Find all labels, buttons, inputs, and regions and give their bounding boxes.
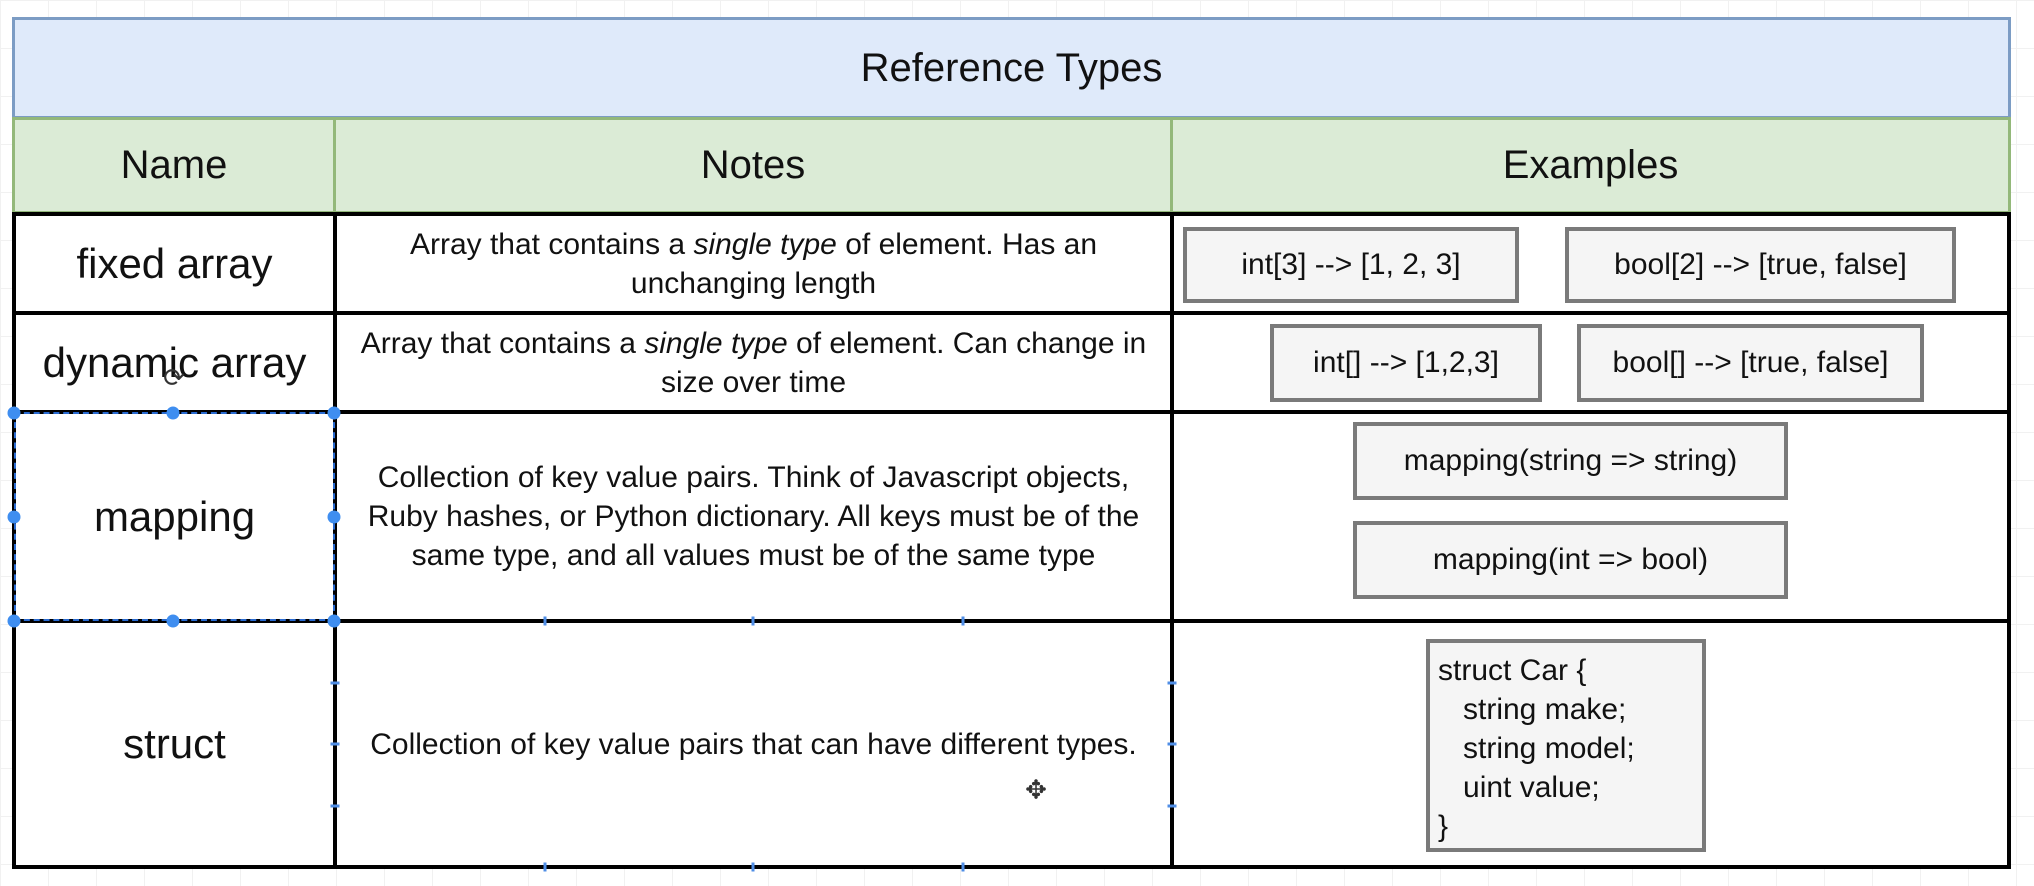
connection-point[interactable] bbox=[961, 616, 965, 626]
resize-handle[interactable] bbox=[327, 510, 341, 524]
notes-text: Array that contains a single type of ele… bbox=[360, 326, 1147, 399]
example-text: int[] --> [1,2,3] bbox=[1313, 346, 1499, 379]
resize-handle[interactable] bbox=[7, 510, 21, 524]
resize-handle[interactable] bbox=[7, 406, 21, 420]
example-text: mapping(int => bool) bbox=[1432, 543, 1709, 576]
example-box[interactable]: bool[] --> [true, false] bbox=[1577, 324, 1924, 402]
example-text: bool[2] --> [true, false] bbox=[1614, 248, 1907, 281]
connection-point[interactable] bbox=[330, 804, 340, 808]
resize-handle[interactable] bbox=[327, 406, 341, 420]
selection-outline bbox=[14, 412, 335, 621]
example-text: bool[] --> [true, false] bbox=[1612, 346, 1889, 379]
rotate-cursor-icon: ⟳ bbox=[163, 362, 185, 393]
name-text: fixed array bbox=[76, 239, 273, 287]
resize-handle[interactable] bbox=[166, 614, 180, 628]
connection-point[interactable] bbox=[751, 616, 755, 626]
connection-point[interactable] bbox=[1167, 742, 1177, 746]
example-text: mapping(string => string) bbox=[1403, 444, 1738, 477]
connection-point[interactable] bbox=[1167, 804, 1177, 808]
row-dynamic-array-notes[interactable]: Array that contains a single type of ele… bbox=[333, 311, 1174, 414]
example-box[interactable]: mapping(string => string) bbox=[1353, 422, 1788, 500]
connection-point[interactable] bbox=[961, 862, 965, 872]
connection-point[interactable] bbox=[330, 681, 340, 685]
resize-handle[interactable] bbox=[327, 614, 341, 628]
example-code-box[interactable]: struct Car { string make; string model; … bbox=[1426, 639, 1706, 852]
example-box[interactable]: int[3] --> [1, 2, 3] bbox=[1183, 227, 1519, 303]
header-examples-label: Examples bbox=[1502, 143, 1679, 187]
resize-handle[interactable] bbox=[166, 406, 180, 420]
example-box[interactable]: bool[2] --> [true, false] bbox=[1565, 227, 1956, 303]
example-code-text: struct Car { string make; string model; … bbox=[1438, 654, 1635, 843]
name-text: struct bbox=[123, 720, 226, 767]
row-fixed-array-notes[interactable]: Array that contains a single type of ele… bbox=[333, 212, 1174, 315]
row-struct-notes[interactable]: Collection of key value pairs that can h… bbox=[333, 619, 1174, 869]
header-name[interactable]: Name bbox=[12, 117, 336, 214]
row-struct-name[interactable]: struct bbox=[12, 619, 337, 869]
example-box[interactable]: mapping(int => bool) bbox=[1353, 521, 1788, 599]
header-notes[interactable]: Notes bbox=[333, 117, 1173, 214]
notes-text: Collection of key value pairs. Think of … bbox=[367, 461, 1140, 572]
resize-handle[interactable] bbox=[7, 614, 21, 628]
connection-point[interactable] bbox=[751, 862, 755, 872]
row-fixed-array-name[interactable]: fixed array bbox=[12, 212, 337, 315]
notes-text: Collection of key value pairs that can h… bbox=[370, 727, 1137, 761]
row-mapping-notes[interactable]: Collection of key value pairs. Think of … bbox=[333, 410, 1174, 623]
example-text: int[3] --> [1, 2, 3] bbox=[1241, 248, 1461, 281]
header-name-label: Name bbox=[120, 143, 228, 187]
connection-point[interactable] bbox=[1167, 681, 1177, 685]
notes-text: Array that contains a single type of ele… bbox=[409, 227, 1098, 300]
table-title[interactable]: Reference Types bbox=[12, 17, 2011, 119]
header-notes-label: Notes bbox=[700, 143, 806, 187]
move-cursor-icon: ✥ bbox=[1025, 774, 1047, 805]
connection-point[interactable] bbox=[543, 616, 547, 626]
connection-point[interactable] bbox=[330, 742, 340, 746]
connection-point[interactable] bbox=[543, 862, 547, 872]
header-examples[interactable]: Examples bbox=[1170, 117, 2011, 214]
example-box[interactable]: int[] --> [1,2,3] bbox=[1270, 324, 1542, 402]
table-title-text: Reference Types bbox=[860, 45, 1163, 90]
